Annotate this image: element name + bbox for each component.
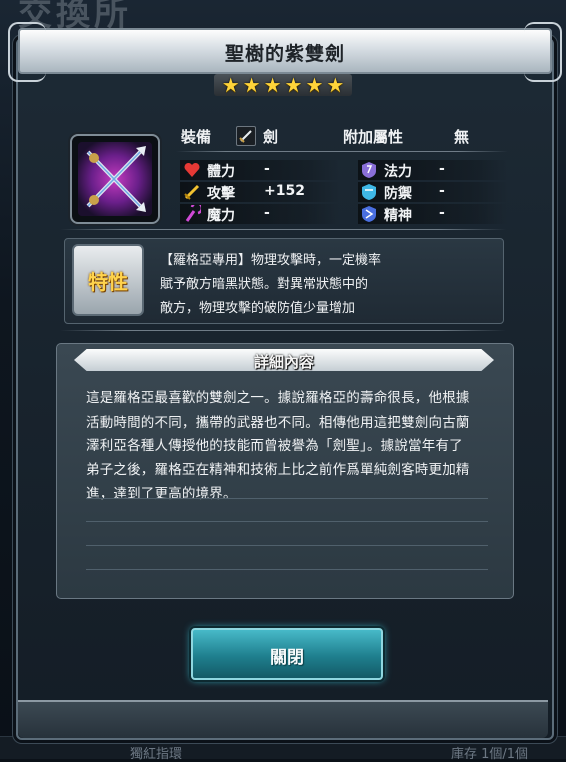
background-stock-count: 庫存 1個/1個: [450, 747, 528, 762]
stat-magic-value: -: [264, 205, 270, 221]
stat-row-bg: [180, 160, 340, 180]
divider: [60, 330, 506, 331]
background-item-name: 獨紅指環: [130, 747, 183, 762]
ruled-line: [86, 498, 488, 499]
stat-defense-value: -: [439, 183, 445, 199]
close-button[interactable]: 關閉: [191, 628, 383, 680]
item-icon-frame: [70, 134, 160, 224]
star-icon: ★: [284, 73, 303, 97]
detail-text-line: 弟子之後，羅格亞在精神和技術上比之前作爲單純劍客時更加精: [86, 462, 470, 478]
star-icon: ★: [326, 73, 345, 97]
star-icon: ★: [242, 73, 261, 97]
twin-swords-icon: [78, 142, 152, 216]
detail-text-line: 澤利亞各種人傳授他的技能而曾被譽為「劍聖」。據說當年有了: [86, 438, 463, 454]
dialog-title-bar: 聖樹的紫雙劍: [8, 22, 562, 82]
stat-row-bg: [358, 160, 508, 180]
star-icon: ★: [263, 73, 282, 97]
staff-icon: [183, 201, 204, 223]
trait-badge-label: 特性: [88, 270, 128, 294]
equip-type: 劍: [263, 128, 279, 146]
stat-row-bg: [180, 204, 340, 224]
detail-header-title: 詳細內容: [253, 353, 314, 371]
stat-row-bg: [358, 204, 508, 224]
trait-text-line: 【羅格亞專用】物理攻擊時，一定機率: [160, 253, 382, 268]
stat-attack-value: +152: [264, 183, 305, 199]
ruled-line: [86, 569, 488, 570]
stat-hp-value: -: [264, 161, 270, 177]
ruled-line: [86, 545, 488, 546]
stat-spirit-label: 精神: [384, 208, 412, 224]
stat-hp-label: 體力: [207, 164, 235, 180]
divider: [176, 151, 508, 152]
stat-mana-label: 法力: [384, 164, 412, 180]
detail-header-bar: 詳細內容: [74, 349, 494, 371]
bonus-attribute-value: 無: [454, 128, 470, 146]
trait-text-line: 敵方，物理攻擊的破防值少量增加: [160, 301, 356, 316]
detail-text-line: 進，達到了更高的境界。: [86, 486, 237, 502]
detail-text-line: 這是羅格亞最喜歡的雙劍之一。據說羅格亞的壽命很長，他根據: [86, 390, 470, 406]
stat-row-bg: [358, 182, 508, 202]
dialog-bottom-ornament: [18, 700, 548, 738]
bonus-attribute-label: 附加屬性: [343, 128, 404, 146]
sword-type-icon: [236, 126, 256, 146]
magic-defense-icon: [360, 161, 378, 179]
star-icon: ★: [221, 73, 240, 97]
equip-label: 裝備: [181, 128, 212, 146]
trait-text-line: 賦予敵方暗黑狀態。對異常狀態中的: [160, 277, 369, 292]
stat-mana-value: -: [439, 161, 445, 177]
star-icon: ★: [305, 73, 324, 97]
spirit-icon: [360, 205, 378, 223]
stat-row-bg: [180, 182, 340, 202]
close-button-label: 關閉: [270, 648, 304, 668]
stat-magic-label: 魔力: [207, 208, 235, 224]
item-title: 聖樹的紫雙劍: [224, 43, 345, 65]
sword-icon: [183, 183, 201, 201]
rarity-stars: ★ ★ ★ ★ ★ ★: [214, 74, 352, 96]
trait-badge: 特性: [72, 244, 144, 316]
divider: [60, 229, 506, 230]
stat-spirit-value: -: [439, 205, 445, 221]
shield-icon: [360, 183, 378, 201]
stat-attack-label: 攻擊: [207, 186, 235, 202]
heart-icon: [183, 161, 201, 179]
stat-defense-label: 防禦: [384, 186, 412, 202]
detail-text-line: 活動時間的不同，攜帶的武器也不同。相傳他用這把雙劍向古蘭: [86, 415, 470, 431]
ruled-line: [86, 521, 488, 522]
